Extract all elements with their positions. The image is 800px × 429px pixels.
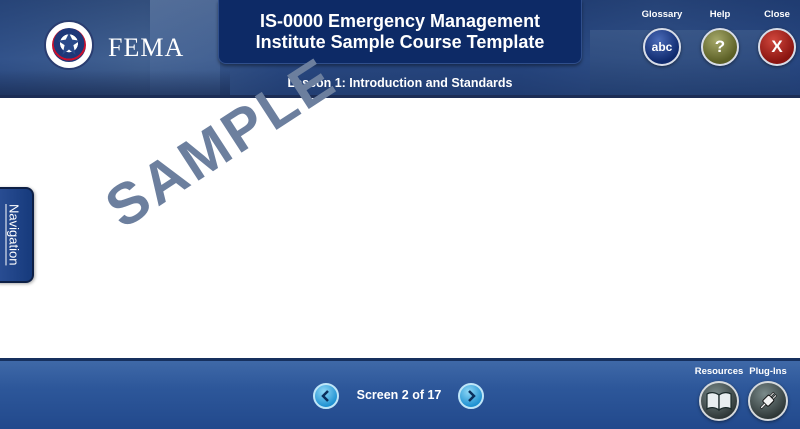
next-screen-button[interactable] [458, 383, 484, 409]
question-mark-icon: ? [714, 37, 726, 56]
glossary-button[interactable]: abc [643, 28, 681, 66]
close-button[interactable]: X [758, 28, 796, 66]
navigation-tab-label[interactable]: Navigation [0, 192, 28, 278]
close-icon: X [771, 37, 783, 56]
fema-logo-text: FEMA [108, 33, 185, 62]
course-header: FEMA IS-0000 Emergency Management Instit… [0, 0, 800, 98]
header-divider [0, 95, 800, 98]
glossary-label: Glossary [641, 9, 683, 20]
course-title-line-2: Institute Sample Course Template [255, 31, 545, 52]
chevron-left-icon [321, 390, 329, 402]
book-icon [706, 392, 732, 411]
course-title-box: IS-0000 Emergency Management Institute S… [218, 0, 582, 64]
plug-icon [759, 391, 778, 410]
help-button[interactable]: ? [701, 28, 739, 66]
dhs-seal-logo [44, 20, 94, 70]
help-label: Help [709, 9, 731, 20]
screen-counter: Screen 2 of 17 [356, 388, 442, 402]
plugins-label: Plug-Ins [749, 366, 787, 377]
close-label: Close [764, 9, 790, 20]
course-title-line-1: IS-0000 Emergency Management [259, 10, 541, 31]
header-background-shade [0, 70, 230, 98]
plugins-button[interactable] [748, 381, 788, 421]
chevron-right-icon [468, 390, 476, 402]
abc-icon: abc [651, 40, 673, 54]
resources-button[interactable] [699, 381, 739, 421]
navigation-tab[interactable]: Navigation [0, 187, 34, 283]
previous-screen-button[interactable] [313, 383, 339, 409]
